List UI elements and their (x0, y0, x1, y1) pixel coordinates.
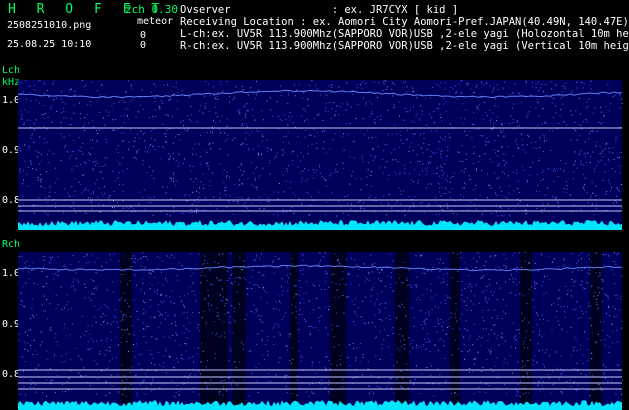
location-line: Receiving Location : ex. Aomori City Aom… (180, 16, 629, 28)
observer-line: Ovserver : ex. JR7CYX [ kid ] (180, 4, 459, 16)
rch-info-line: R-ch:ex. UV5R 113.900Mhz(SAPPORO VOR)USB… (180, 40, 629, 52)
signal-gap (232, 252, 246, 410)
signal-gap (210, 252, 228, 410)
meteor-count-rch: 0 (140, 40, 147, 51)
version-label: 2ch 0.30 (125, 3, 178, 16)
rch-label: Rch (2, 239, 21, 250)
spectrogram-bg (18, 80, 622, 230)
datetime-label: 25.08.25 10:10 (7, 39, 92, 50)
meteor-label: meteor (137, 16, 174, 27)
lch-spectrogram (0, 80, 629, 230)
hroft-window: H R O F F T 2ch 0.30 2508251010.png 25.0… (0, 0, 629, 410)
rch-spectrogram (0, 252, 629, 410)
signal-gap (120, 252, 132, 410)
signal-gap (290, 252, 298, 410)
signal-gap (330, 252, 346, 410)
signal-gap (450, 252, 460, 410)
signal-gap (395, 252, 409, 410)
filename-label: 2508251010.png (7, 20, 92, 31)
lch-info-line: L-ch:ex. UV5R 113.900Mhz(SAPPORO VOR)USB… (180, 28, 629, 40)
lch-label: Lch (2, 65, 21, 76)
